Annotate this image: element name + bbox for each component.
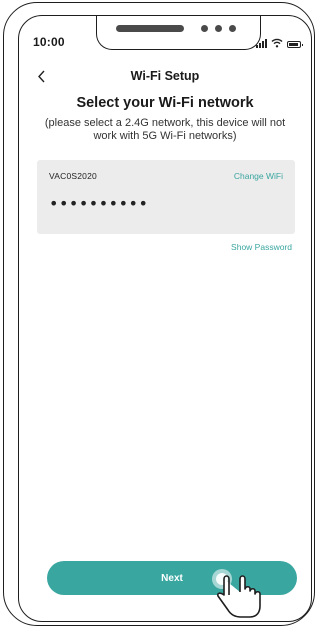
camera-dot (229, 25, 236, 32)
show-password-link[interactable]: Show Password (231, 242, 292, 252)
signal-icon (256, 38, 267, 48)
status-icons (256, 34, 303, 48)
battery-icon (287, 41, 303, 48)
speaker-grille (116, 25, 184, 32)
password-field[interactable] (49, 194, 249, 213)
change-wifi-link[interactable]: Change WiFi (234, 171, 283, 181)
phone-notch (96, 16, 261, 50)
camera-dot (215, 25, 222, 32)
wifi-icon (271, 38, 283, 48)
phone-screen: 10:00 Wi-Fi Setup Select your Wi-Fi netw… (18, 15, 312, 622)
phone-frame: 10:00 Wi-Fi Setup Select your Wi-Fi netw… (3, 2, 315, 626)
next-button-label: Next (161, 572, 183, 584)
wifi-credentials-card: VAC0S2020 Change WiFi (37, 160, 295, 234)
nav-header: Wi-Fi Setup (19, 66, 311, 86)
page-title: Wi-Fi Setup (130, 69, 200, 83)
instruction-text: (please select a 2.4G network, this devi… (44, 117, 286, 142)
section-heading: Select your Wi-Fi network (76, 95, 254, 111)
network-ssid: VAC0S2020 (49, 171, 97, 181)
status-time: 10:00 (33, 35, 65, 49)
camera-dot (201, 25, 208, 32)
tap-hand-icon (212, 569, 261, 618)
